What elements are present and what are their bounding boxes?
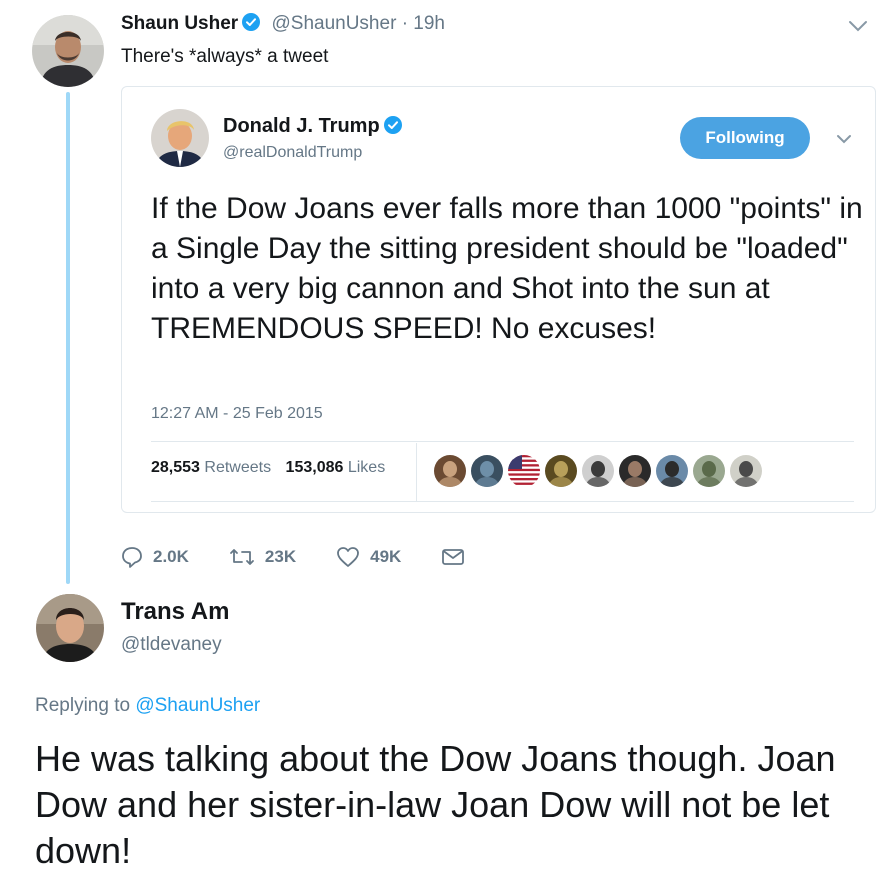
quoted-tweet-timestamp[interactable]: 12:27 AM - 25 Feb 2015: [151, 405, 323, 423]
following-button[interactable]: Following: [680, 117, 810, 159]
liker-avatar[interactable]: [508, 455, 540, 487]
replying-to-label: Replying to: [35, 695, 131, 716]
like-button[interactable]: 49K: [336, 546, 401, 568]
author-handle[interactable]: @tldevaney: [121, 634, 222, 656]
replying-to: Replying to @ShaunUsher: [35, 695, 260, 717]
tweet-text: There's *always* a tweet: [121, 46, 329, 67]
liker-avatars: [434, 455, 767, 487]
verified-badge-icon: [242, 13, 261, 37]
heart-icon: [337, 547, 360, 567]
avatar[interactable]: [36, 594, 104, 662]
likes-count[interactable]: 153,086: [286, 459, 344, 476]
liker-avatar[interactable]: [730, 455, 762, 487]
chevron-down-icon[interactable]: [848, 19, 868, 37]
retweets-count[interactable]: 28,553: [151, 459, 200, 476]
avatar[interactable]: [32, 15, 104, 87]
liker-avatar[interactable]: [693, 455, 725, 487]
quoted-tweet-card[interactable]: Donald J. Trump @realDonaldTrump Followi…: [121, 86, 876, 513]
chevron-down-icon[interactable]: [836, 131, 852, 149]
reply-icon: [122, 547, 142, 568]
verified-badge-icon: [383, 116, 402, 140]
avatar[interactable]: [151, 109, 209, 167]
divider: [151, 501, 854, 502]
tweet-time[interactable]: 19h: [413, 13, 445, 34]
author-name[interactable]: Trans Am: [121, 598, 229, 626]
retweet-count: 23K: [264, 547, 297, 566]
reply-button[interactable]: 2.0K: [121, 546, 189, 568]
liker-avatar[interactable]: [434, 455, 466, 487]
retweets-label[interactable]: Retweets: [204, 459, 271, 476]
retweet-icon: [230, 549, 254, 565]
separator-dot: ·: [401, 13, 409, 34]
reply-text: He was talking about the Dow Joans thoug…: [35, 738, 836, 871]
quoted-author-handle[interactable]: @realDonaldTrump: [223, 144, 362, 162]
liker-avatar[interactable]: [656, 455, 688, 487]
liker-avatar[interactable]: [545, 455, 577, 487]
liker-avatar[interactable]: [471, 455, 503, 487]
liker-avatar[interactable]: [619, 455, 651, 487]
quoted-author-name[interactable]: Donald J. Trump: [223, 115, 402, 140]
envelope-icon: [442, 549, 465, 565]
divider: [151, 441, 854, 442]
thread-connector-line: [66, 92, 70, 584]
tweet-actions: 2.0K 23K 49K: [121, 543, 515, 571]
direct-message-button[interactable]: [441, 547, 475, 567]
retweet-button[interactable]: 23K: [229, 546, 296, 568]
author-name[interactable]: Shaun Usher: [121, 13, 238, 34]
divider: [416, 443, 417, 501]
author-handle[interactable]: @ShaunUsher: [271, 13, 396, 34]
like-count: 49K: [370, 547, 402, 566]
liker-avatar[interactable]: [582, 455, 614, 487]
quoted-tweet-stats: 28,553 Retweets 153,086 Likes: [151, 459, 395, 477]
likes-label[interactable]: Likes: [348, 459, 385, 476]
reply-count: 2.0K: [153, 547, 189, 566]
tweet-header: Shaun Usher @ShaunUsher · 19h: [121, 13, 445, 37]
quoted-tweet-text: If the Dow Joans ever falls more than 10…: [151, 192, 863, 345]
replying-to-handle-link[interactable]: @ShaunUsher: [135, 695, 260, 716]
